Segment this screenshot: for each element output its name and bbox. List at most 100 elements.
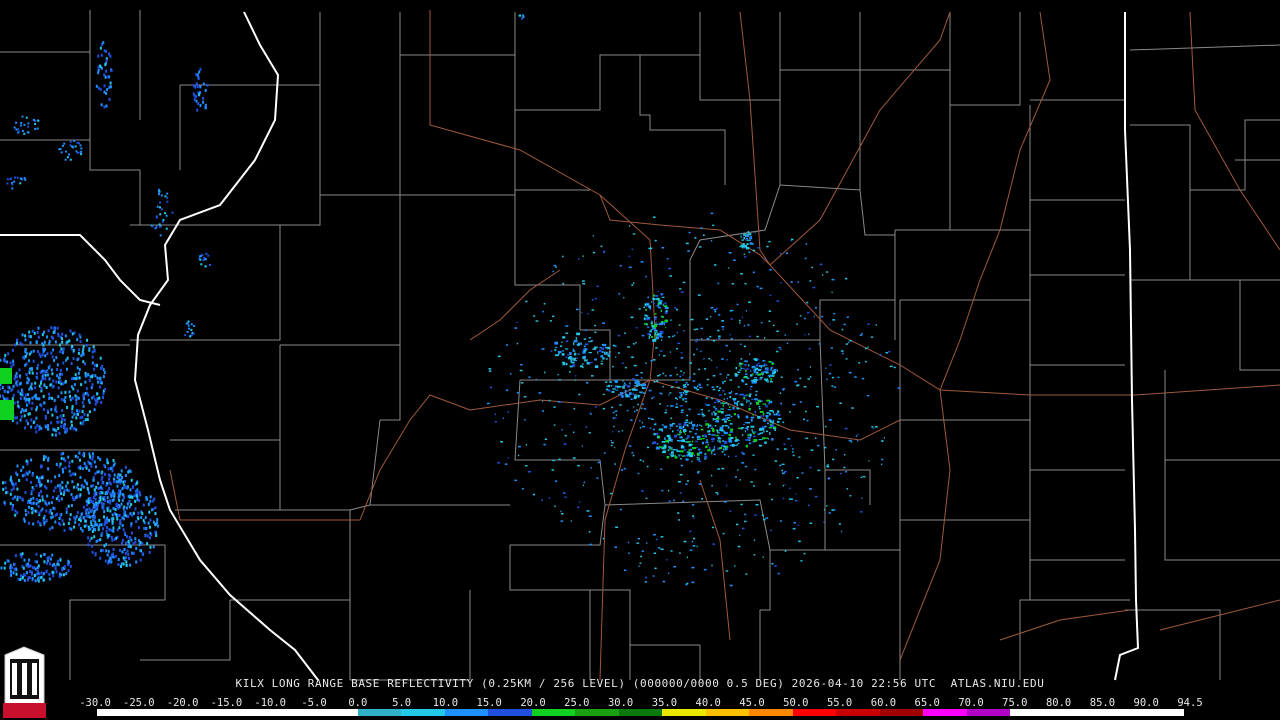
echo-pixel xyxy=(809,366,811,368)
echo-pixel xyxy=(584,329,587,331)
echo-pixel xyxy=(37,477,40,481)
echo-pixel xyxy=(653,302,655,305)
echo-pixel xyxy=(780,402,783,405)
county-line xyxy=(514,190,581,330)
echo-pixel xyxy=(24,393,27,397)
echo-pixel xyxy=(838,523,841,525)
echo-pixel xyxy=(642,460,644,462)
echo-pixel xyxy=(615,356,617,358)
echo-pixel xyxy=(646,304,649,306)
echo-pixel xyxy=(94,528,96,532)
echo-pixel xyxy=(25,408,28,412)
echo-pixel xyxy=(54,340,57,344)
echo-pixel xyxy=(88,497,91,501)
echo-pixel xyxy=(795,493,797,495)
echo-pixel xyxy=(25,403,28,407)
echo-pixel xyxy=(738,427,741,429)
echo-pixel xyxy=(674,434,677,437)
scale-label: 5.0 xyxy=(392,697,412,709)
county-line xyxy=(280,85,321,226)
echo-pixel xyxy=(663,355,666,357)
echo-pixel xyxy=(521,488,524,490)
echo-pixel xyxy=(59,414,62,418)
echo-pixel xyxy=(872,427,874,429)
echo-pixel xyxy=(88,539,91,543)
echo-pixel xyxy=(76,389,79,393)
echo-pixel xyxy=(712,429,715,432)
echo-pixel xyxy=(805,437,809,440)
echo-pixel xyxy=(79,519,82,523)
echo-pixel xyxy=(748,335,751,338)
echo-pixel xyxy=(528,471,531,473)
echo-pixel xyxy=(661,339,663,341)
echo-pixel xyxy=(652,339,657,342)
echo-pixel xyxy=(186,322,189,325)
echo-pixel xyxy=(582,356,585,360)
echo-pixel xyxy=(12,487,15,491)
echo-pixel xyxy=(64,380,67,383)
echo-pixel xyxy=(82,404,85,408)
echo-pixel xyxy=(670,386,674,388)
echo-pixel xyxy=(69,564,72,568)
echo-pixel xyxy=(830,347,833,349)
echo-pixel xyxy=(61,409,64,412)
echo-pixel xyxy=(90,464,93,468)
echo-pixel xyxy=(66,481,69,485)
echo-pixel xyxy=(732,443,735,447)
echo-pixel xyxy=(146,534,149,538)
echo-pixel xyxy=(202,82,205,86)
echo-pixel xyxy=(43,349,45,353)
scale-label: 10.0 xyxy=(432,697,459,709)
echo-pixel xyxy=(652,443,654,445)
echo-pixel xyxy=(645,308,647,311)
echo-pixel xyxy=(696,388,699,391)
echo-pixel xyxy=(130,531,133,535)
echo-pixel xyxy=(684,449,686,451)
echo-pixel xyxy=(36,127,39,130)
echo-pixel xyxy=(757,416,761,419)
echo-pixel xyxy=(81,467,84,471)
echo-pixel xyxy=(552,315,555,318)
echo-pixel xyxy=(598,349,602,352)
echo-pixel xyxy=(769,432,771,435)
echo-pixel xyxy=(749,353,751,355)
echo-pixel xyxy=(632,454,635,457)
echo-pixel xyxy=(87,491,90,495)
echo-pixel xyxy=(10,475,12,479)
echo-pixel xyxy=(745,427,747,430)
echo-pixel xyxy=(95,506,97,510)
echo-pixel xyxy=(754,398,758,401)
echo-pixel xyxy=(632,378,635,380)
echo-pixel xyxy=(752,431,755,433)
echo-pixel xyxy=(52,379,55,383)
echo-pixel xyxy=(117,563,120,567)
echo-pixel xyxy=(59,489,62,493)
echo-pixel xyxy=(62,361,65,365)
echo-pixel xyxy=(636,382,641,385)
echo-pixel xyxy=(773,368,777,371)
echo-pixel xyxy=(59,513,62,517)
echo-pixel xyxy=(728,252,732,254)
echo-pixel xyxy=(63,142,66,145)
echo-pixel xyxy=(756,371,759,374)
echo-pixel xyxy=(653,552,657,554)
echo-pixel xyxy=(737,400,740,403)
echo-pixel xyxy=(796,384,799,387)
echo-pixel xyxy=(715,417,720,420)
echo-pixel xyxy=(61,351,64,355)
echo-pixel xyxy=(92,484,95,488)
echo-pixel xyxy=(719,446,722,450)
echo-pixel xyxy=(27,565,30,568)
echo-pixel xyxy=(41,342,44,346)
echo-pixel xyxy=(86,418,89,421)
echo-pixel xyxy=(98,491,101,495)
echo-pixel xyxy=(103,515,105,519)
echo-pixel xyxy=(756,379,759,381)
echo-pixel xyxy=(740,235,742,239)
echo-pixel xyxy=(97,538,100,542)
echo-pixel xyxy=(809,280,812,282)
echo-pixel xyxy=(725,344,728,347)
echo-pixel xyxy=(783,443,786,445)
echo-pixel xyxy=(766,399,771,402)
echo-pixel xyxy=(52,495,55,499)
